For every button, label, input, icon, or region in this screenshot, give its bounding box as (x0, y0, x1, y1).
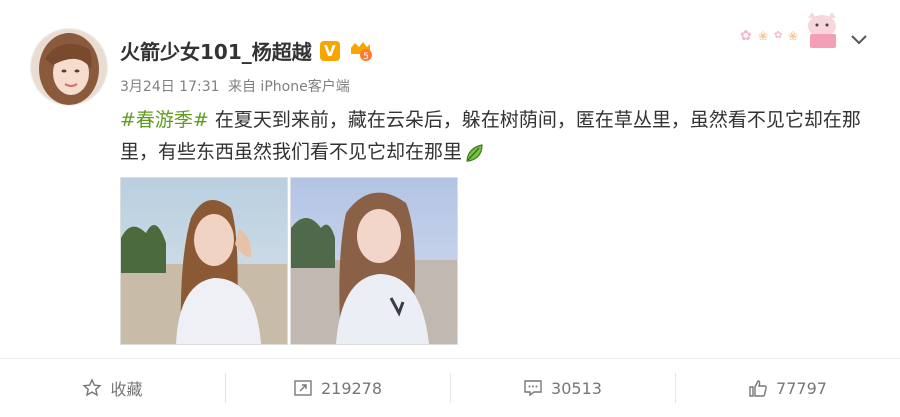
level-badge-icon[interactable]: 5 (348, 40, 374, 62)
like-button[interactable]: 77797 (675, 359, 900, 417)
post-text: #春游季# 在夏天到来前，藏在云朵后，躲在树荫间，匿在草丛里，虽然看不见它却在那… (120, 104, 880, 168)
post-image-2[interactable] (290, 177, 458, 345)
star-icon (82, 378, 103, 397)
comment-button[interactable]: 30513 (450, 359, 675, 417)
favorite-label: 收藏 (110, 380, 143, 399)
leaf-emoji-icon (464, 142, 486, 164)
author-row: 火箭少女101_杨超越 V 5 (120, 36, 374, 65)
chevron-down-icon[interactable] (848, 28, 870, 50)
post-date[interactable]: 3月24日 17:31 (120, 79, 220, 95)
post-body: 在夏天到来前，藏在云朵后，躲在树荫间，匿在草丛里，虽然看不见它却在那里，有些东西… (120, 109, 861, 163)
svg-text:✿: ✿ (774, 30, 782, 41)
verified-badge[interactable]: V (319, 40, 340, 61)
weibo-post-card: 火箭少女101_杨超越 V 5 3月24日 17:31 来自 iPhone客户端… (0, 0, 900, 416)
comment-icon (524, 380, 542, 397)
thumbs-up-icon (749, 380, 767, 397)
svg-text:❀: ❀ (788, 29, 798, 43)
hashtag-link[interactable]: #春游季# (120, 109, 209, 131)
post-source: 来自 iPhone客户端 (227, 79, 350, 95)
svg-text:❀: ❀ (758, 29, 768, 43)
repost-icon (294, 380, 312, 396)
avatar[interactable] (30, 28, 108, 106)
author-name[interactable]: 火箭少女101_杨超越 (120, 36, 312, 65)
svg-text:5: 5 (363, 52, 369, 62)
post-meta: 3月24日 17:31 来自 iPhone客户端 (120, 76, 354, 96)
like-count: 77797 (776, 378, 827, 398)
favorite-button[interactable]: 收藏 (0, 359, 225, 417)
post-image-1[interactable] (120, 177, 288, 345)
repost-button[interactable]: 219278 (225, 359, 450, 417)
decorative-stickers: ✿ ❀ ✿ ❀ (738, 10, 844, 50)
post-action-bar: 收藏 219278 30513 77797 (0, 358, 900, 417)
comment-count: 30513 (551, 378, 602, 398)
repost-count: 219278 (320, 378, 383, 398)
svg-text:✿: ✿ (740, 28, 752, 44)
